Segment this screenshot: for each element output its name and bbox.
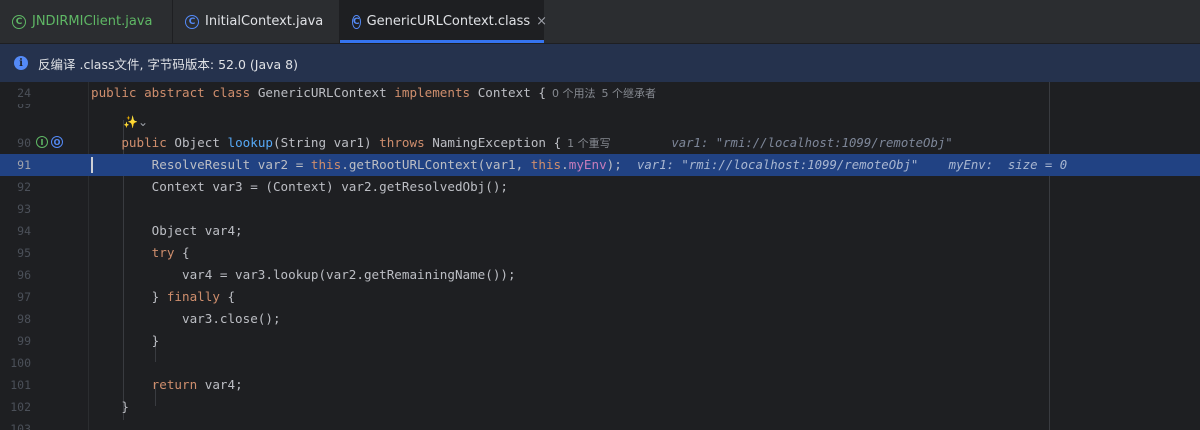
usages-hint[interactable]: 0 个用法 [552,87,596,100]
line-number: 95 [17,246,31,260]
debug-value-var1: var1: "rmi://localhost:1099/remoteObj" [637,158,919,172]
line-number: 98 [17,312,31,326]
code-line: 99 } [0,330,1200,352]
java-class-icon: C [12,14,26,29]
line-number: 92 [17,180,31,194]
decompiled-banner: i 反编译 .class文件, 字节码版本: 52.0 (Java 8) [0,44,1200,82]
overrides-hint[interactable]: 1 个重写 [567,137,611,150]
inheritors-hint[interactable]: 5 个继承者 [601,87,656,100]
line-number: 101 [10,378,31,392]
code-line: 96 var4 = var3.lookup(var2.getRemainingN… [0,264,1200,286]
code-line: 100 [0,352,1200,374]
line-number: 96 [17,268,31,282]
code-line: 93 [0,198,1200,220]
code-editor[interactable]: 24 public abstract class GenericURLConte… [0,82,1200,430]
line-number: 93 [17,202,31,216]
code-line: 92 Context var3 = (Context) var2.getReso… [0,176,1200,198]
tab-jndirmiclient[interactable]: C JNDIRMIClient.java [0,0,172,43]
implements-method-icon[interactable]: I [36,136,48,148]
class-icon: C [352,14,361,29]
line-number: 94 [17,224,31,238]
overridden-method-icon[interactable]: O [51,136,63,148]
current-code-line: 91 ResolveResult var2 = this.getRootURLC… [0,154,1200,176]
tab-label: JNDIRMIClient.java [32,14,153,29]
code-line: 97 } finally { [0,286,1200,308]
line-number: 97 [17,290,31,304]
code-line: 101 return var4; [0,374,1200,396]
gutter-icons: I O [36,136,63,148]
line-number: 100 [10,356,31,370]
line-number: 89 [17,104,31,111]
tab-label: GenericURLContext.class [366,14,531,29]
ai-assistant-icon[interactable]: ✨⌄ [123,115,148,129]
line-number: 90 [17,136,31,150]
tab-genericurlcontext[interactable]: C GenericURLContext.class × [339,0,547,43]
code-line: 98 var3.close(); [0,308,1200,330]
code-line: 95 try { [0,242,1200,264]
tab-initialcontext[interactable]: C InitialContext.java [172,0,338,43]
tab-label: InitialContext.java [205,14,324,29]
class-icon: C [185,14,199,29]
code-line: 89 [0,104,1200,116]
line-number: 91 [17,158,31,172]
code-line: 103 [0,418,1200,430]
debug-value-var1: var1: "rmi://localhost:1099/remoteObj" [671,136,953,150]
editor-tab-bar: C JNDIRMIClient.java C InitialContext.ja… [0,0,1200,44]
info-icon: i [14,56,28,70]
line-number: 24 [17,86,31,100]
code-line: 94 Object var4; [0,220,1200,242]
line-number: 102 [10,400,31,414]
code-line: 102 } [0,396,1200,418]
debug-value-myenv: myEnv: size = 0 [948,158,1068,172]
close-icon[interactable]: × [536,14,547,29]
line-number: 103 [10,422,31,430]
line-number: 99 [17,334,31,348]
code-line: 90 I O public Object lookup(String var1)… [0,132,1200,154]
code-line: 24 public abstract class GenericURLConte… [0,82,1200,104]
banner-text: 反编译 .class文件, 字节码版本: 52.0 (Java 8) [38,56,298,72]
